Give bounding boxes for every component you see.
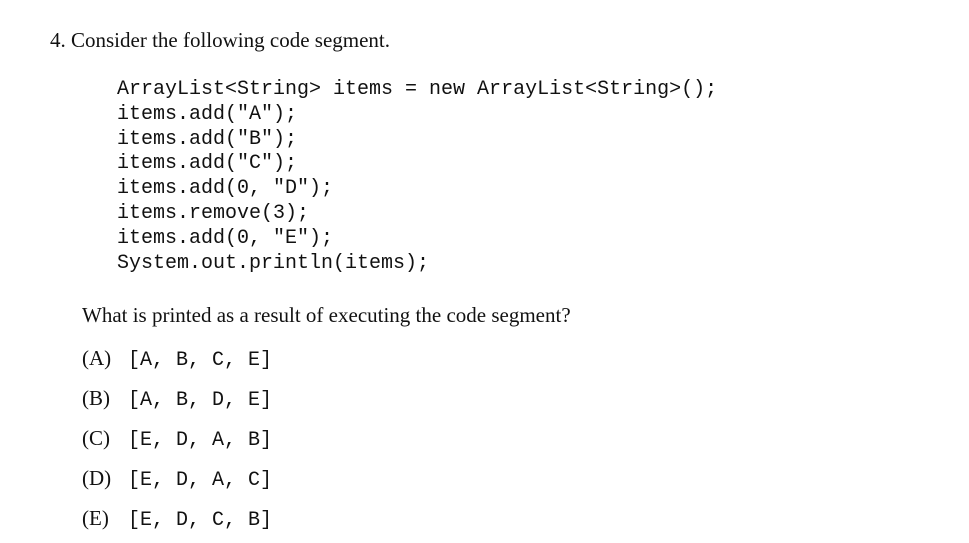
option-label: (D) [82,466,112,490]
option-c: (C) [E, D, A, B] [82,426,272,452]
option-value: [A, B, C, E] [128,349,273,372]
option-label: (C) [82,426,110,450]
option-a: (A) [A, B, C, E] [82,346,272,372]
code-line: items.add("C"); [117,152,298,176]
code-line: items.remove(3); [117,201,310,225]
question-number: 4. [50,28,66,52]
option-d: (D) [E, D, A, C] [82,466,272,492]
question-header: 4. Consider the following code segment. [50,28,390,53]
code-line: items.add(0, "D"); [117,177,334,201]
option-value: [E, D, A, C] [128,469,273,492]
code-line: System.out.println(items); [117,251,430,275]
option-value: [E, D, A, B] [128,429,273,452]
option-label: (A) [82,346,112,370]
code-line: items.add("B"); [117,127,298,151]
question-prompt: What is printed as a result of executing… [82,303,571,327]
question-text: Consider the following code segment. [71,28,391,52]
code-line: items.add("A"); [117,102,298,126]
option-label: (E) [82,506,109,530]
code-line: ArrayList<String> items = new ArrayList<… [117,78,718,101]
option-value: [A, B, D, E] [128,389,273,412]
option-b: (B) [A, B, D, E] [82,386,272,412]
code-segment: ArrayList<String> items = new ArrayList<… [117,78,717,276]
option-e: (E) [E, D, C, B] [82,506,272,532]
code-line: items.add(0, "E"); [117,226,334,250]
option-label: (B) [82,386,110,410]
option-value: [E, D, C, B] [128,509,273,532]
